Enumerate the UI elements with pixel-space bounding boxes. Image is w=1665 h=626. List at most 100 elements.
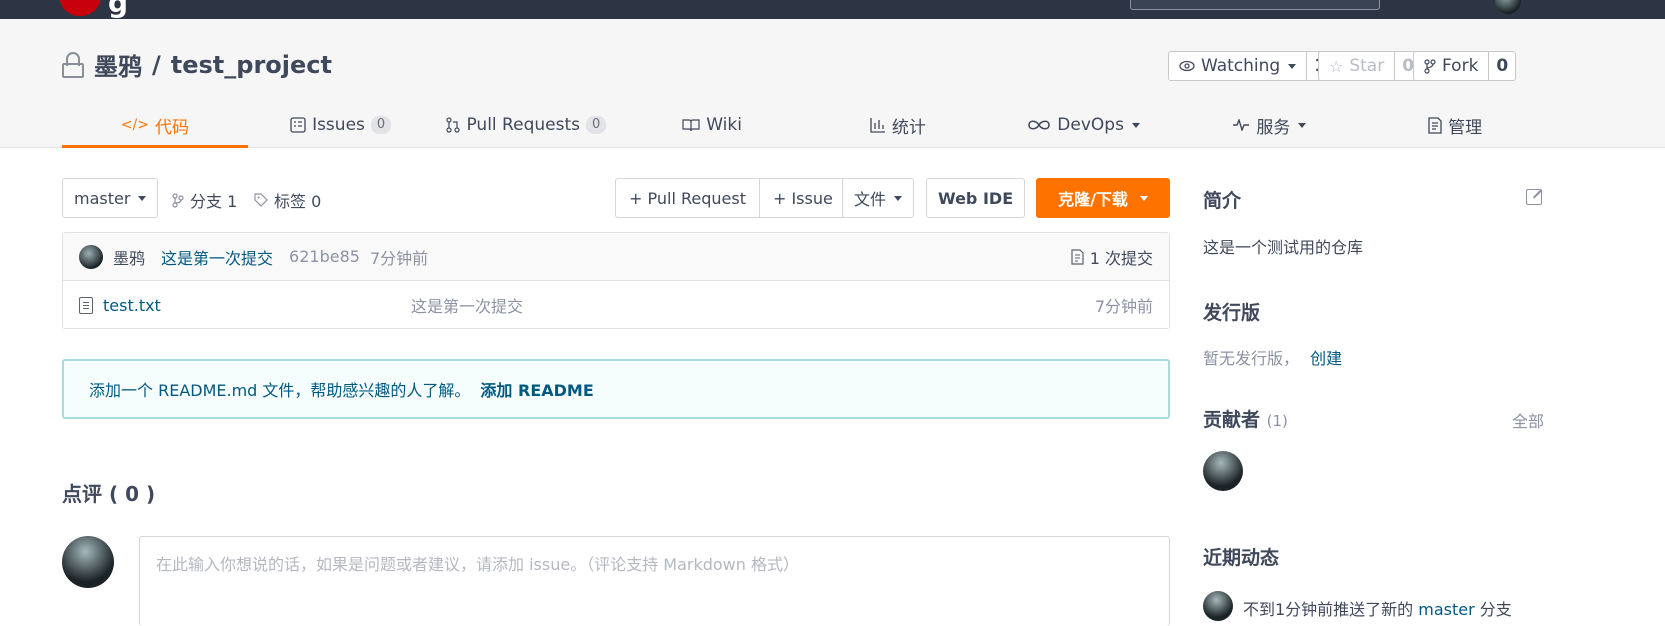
tab-services-label: 服务 — [1256, 117, 1291, 138]
star-button[interactable]: ☆ Star — [1319, 52, 1396, 80]
tab-code[interactable]: </> 代码 — [62, 102, 248, 148]
tag-icon — [254, 193, 268, 207]
repo-owner[interactable]: 墨鸦 — [94, 47, 142, 82]
file-time: 7分钟前 — [1094, 297, 1153, 316]
file-icon — [79, 296, 93, 314]
branch-select-label: master — [74, 188, 131, 208]
star-icon: ☆ — [1329, 56, 1344, 76]
chevron-down-icon — [138, 195, 147, 201]
commits-count: 1 次提交 — [1089, 248, 1153, 268]
tab-services[interactable]: 服务 — [1177, 102, 1363, 148]
new-issue-button[interactable]: + Issue — [758, 179, 846, 217]
web-ide-button[interactable]: Web IDE — [926, 178, 1026, 218]
repo-title: 墨鸦 / test_project — [62, 47, 332, 82]
tab-pull-requests-label: Pull Requests — [466, 115, 580, 135]
chevron-down-icon — [894, 195, 903, 201]
tab-wiki[interactable]: Wiki — [619, 102, 805, 148]
commits-icon — [1071, 248, 1084, 265]
tags-label: 标签 0 — [274, 192, 322, 211]
chevron-down-icon — [1298, 122, 1307, 128]
release-title: 发行版 — [1203, 302, 1261, 324]
repo-tabs: </> 代码 Issues 0 Pull Requests 0 Wiki 统计 … — [62, 102, 1548, 148]
create-release-link[interactable]: 创建 — [1310, 349, 1342, 368]
readme-tip: 添加一个 README.md 文件，帮助感兴趣的人了解。 添加 README — [62, 359, 1170, 419]
issues-count-badge: 0 — [370, 116, 392, 134]
chevron-down-icon — [1139, 195, 1148, 201]
intro-title: 简介 — [1203, 190, 1242, 212]
tab-stats[interactable]: 统计 — [805, 102, 991, 148]
add-readme-link[interactable]: 添加 README — [480, 377, 593, 401]
pull-request-icon — [446, 117, 461, 133]
release-empty-text: 暂无发行版， — [1203, 349, 1300, 368]
infinity-icon — [1028, 120, 1051, 130]
intro-text: 这是一个测试用的仓库 — [1203, 238, 1364, 257]
pull-requests-count-badge: 0 — [585, 116, 607, 134]
tab-issues[interactable]: Issues 0 — [248, 102, 434, 148]
commits-link[interactable]: 1 次提交 — [1071, 245, 1153, 269]
fork-button[interactable]: Fork — [1414, 52, 1490, 80]
code-icon: </> — [120, 117, 149, 133]
readme-tip-text: 添加一个 README.md 文件，帮助感兴趣的人了解。 — [89, 381, 471, 400]
file-commit-message[interactable]: 这是第一次提交 — [411, 293, 523, 317]
tab-devops[interactable]: DevOps — [991, 102, 1177, 148]
commit-time: 7分钟前 — [369, 248, 429, 268]
avatar[interactable] — [1203, 451, 1243, 491]
activity-branch-link[interactable]: master — [1418, 600, 1474, 619]
create-button-group: + Pull Request + Issue — [615, 178, 847, 218]
lock-icon — [62, 51, 84, 78]
avatar[interactable] — [79, 244, 103, 269]
avatar[interactable] — [1203, 591, 1233, 621]
tab-wiki-label: Wiki — [706, 115, 742, 135]
issues-icon — [290, 117, 306, 133]
latest-commit-row: 墨鸦 这是第一次提交 621be85 7分钟前 1 次提交 — [63, 233, 1169, 281]
activity-suffix: 分支 — [1479, 600, 1512, 619]
contributors-title: 贡献者 (1) — [1203, 405, 1288, 432]
commit-hash[interactable]: 621be85 — [289, 247, 360, 266]
contributors-title-label: 贡献者 — [1203, 409, 1261, 431]
user-avatar[interactable] — [1495, 0, 1521, 14]
watching-label: Watching — [1201, 56, 1281, 76]
star-button-group: ☆ Star 0 — [1318, 51, 1423, 81]
fork-button-group: Fork 0 — [1413, 51, 1517, 81]
activity-title: 近期动态 — [1203, 547, 1280, 569]
tab-devops-label: DevOps — [1057, 115, 1124, 135]
tab-stats-label: 统计 — [891, 117, 926, 138]
branch-icon — [172, 192, 184, 208]
tags-link[interactable]: 标签 0 — [254, 188, 321, 212]
tab-pull-requests[interactable]: Pull Requests 0 — [434, 102, 620, 148]
global-search-input[interactable] — [1130, 0, 1380, 10]
comments-title: 点评 ( 0 ) — [62, 482, 156, 506]
release-info: 暂无发行版， 创建 — [1203, 345, 1342, 369]
table-row: test.txt 这是第一次提交 7分钟前 — [63, 281, 1169, 329]
branch-select[interactable]: master — [62, 178, 159, 218]
tab-manage[interactable]: 管理 — [1362, 102, 1548, 148]
commit-author[interactable]: 墨鸦 — [113, 245, 145, 269]
fork-label: Fork — [1442, 56, 1479, 76]
edit-icon[interactable] — [1526, 189, 1542, 205]
commit-message[interactable]: 这是第一次提交 — [161, 245, 273, 269]
comment-input[interactable]: 在此输入你想说的话，如果是问题或者建议，请添加 issue。（评论支持 Mark… — [139, 536, 1170, 626]
avatar — [62, 536, 114, 588]
file-menu-button[interactable]: 文件 — [842, 178, 915, 218]
contributors-count: (1) — [1266, 412, 1288, 430]
pulse-icon — [1233, 119, 1250, 131]
clone-download-label: 克隆/下载 — [1058, 190, 1128, 209]
new-pull-request-button[interactable]: + Pull Request — [616, 179, 759, 217]
star-label: Star — [1349, 56, 1385, 76]
activity-item: 不到1分钟前推送了新的 master 分支 — [1243, 596, 1512, 620]
top-navbar: g — [0, 0, 1665, 19]
contributors-all-link[interactable]: 全部 — [1512, 408, 1544, 432]
gitee-logo[interactable] — [60, 0, 100, 16]
fork-count[interactable]: 0 — [1489, 52, 1515, 80]
branches-link[interactable]: 分支 1 — [172, 188, 237, 212]
web-ide-label: Web IDE — [938, 188, 1014, 208]
chevron-down-icon — [1288, 63, 1297, 69]
clone-download-button[interactable]: 克隆/下载 — [1036, 178, 1170, 218]
eye-icon — [1179, 60, 1195, 72]
repo-name[interactable]: test_project — [171, 51, 332, 79]
tab-code-label: 代码 — [154, 117, 189, 138]
branches-label: 分支 1 — [190, 192, 238, 211]
repo-header: 墨鸦 / test_project Watching 1 ☆ Star 0 Fo… — [0, 19, 1665, 148]
file-name[interactable]: test.txt — [103, 296, 161, 315]
watching-button[interactable]: Watching — [1169, 52, 1308, 80]
